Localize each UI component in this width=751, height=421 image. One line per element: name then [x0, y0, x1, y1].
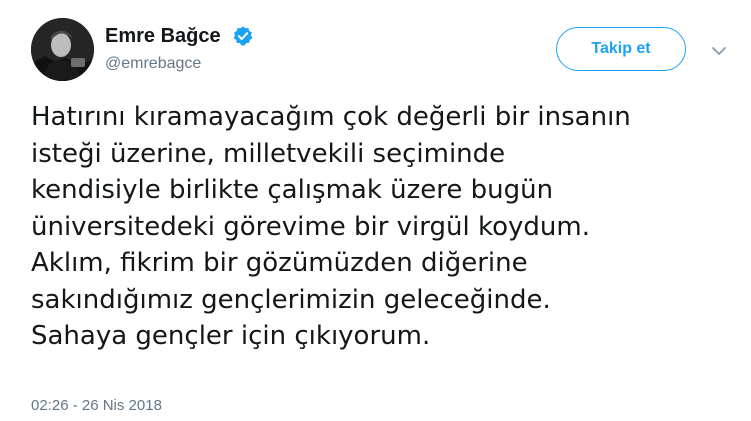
tweet-text-line: kendisiyle birlikte çalışmak üzere bugün: [31, 175, 554, 205]
follow-button[interactable]: Takip et: [556, 27, 686, 71]
tweet-text-line: üniversitedeki görevime bir virgül koydu…: [31, 211, 590, 242]
avatar[interactable]: [31, 18, 94, 81]
tweet-text-line: sakındığımız gençlerimizin geleceğinde.: [31, 284, 551, 315]
verified-badge-icon: [233, 26, 253, 46]
author-handle[interactable]: @emrebagce: [105, 54, 201, 74]
tweet-text-line: Aklım, fikrim bir gözümüzden diğerine: [31, 248, 528, 278]
tweet-text-line: isteği üzerine, milletvekili seçiminde: [31, 138, 506, 169]
chevron-down-icon[interactable]: [708, 40, 730, 62]
avatar-photo: [31, 18, 94, 81]
author-name[interactable]: Emre Bağce: [105, 24, 221, 48]
tweet-text-line: Sahaya gençler için çıkıyorum.: [31, 321, 431, 351]
tweet-text: Hatırını kıramayacağım çok değerli bir i…: [31, 99, 731, 355]
tweet-text-line: Hatırını kıramayacağım çok değerli bir i…: [31, 102, 631, 132]
tweet-card: Emre Bağce @emrebagce Takip et Hatırını …: [0, 0, 751, 421]
tweet-timestamp[interactable]: 02:26 - 26 Nis 2018: [31, 397, 162, 415]
